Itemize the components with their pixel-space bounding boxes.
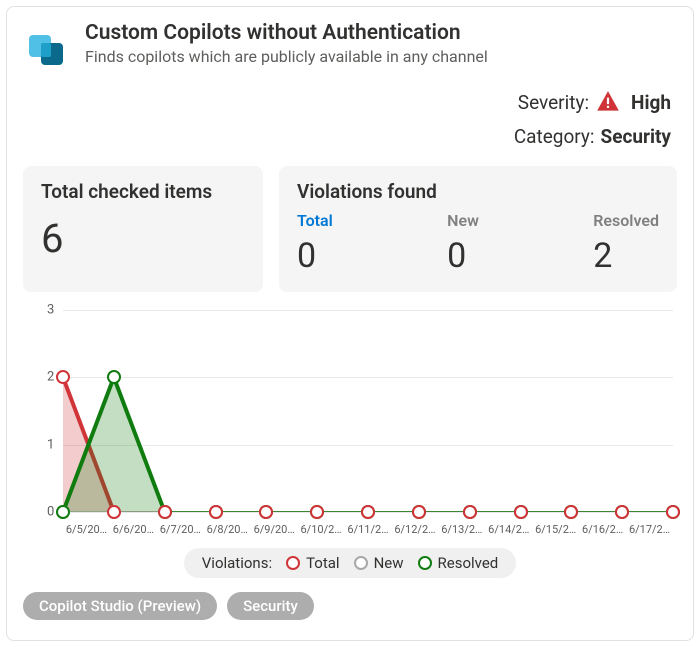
total-checked-box: Total checked items 6 xyxy=(23,166,263,292)
violations-resolved-label: Resolved xyxy=(593,211,659,230)
legend-resolved-label: Resolved xyxy=(438,554,499,572)
header-text: Custom Copilots without Authentication F… xyxy=(85,21,677,66)
legend-title: Violations: xyxy=(202,554,272,572)
legend-marker-new-icon xyxy=(354,556,368,570)
violations-columns: Total 0 New 0 Resolved 2 xyxy=(297,211,659,276)
chart-point-total[interactable] xyxy=(310,505,324,519)
chart-y-tick: 2 xyxy=(47,370,54,385)
legend-marker-total-icon xyxy=(286,556,300,570)
tag-security[interactable]: Security xyxy=(227,592,314,620)
page-title: Custom Copilots without Authentication xyxy=(85,21,677,45)
warning-triangle-icon xyxy=(595,89,621,115)
chart-x-tick: 6/7/20… xyxy=(157,523,204,536)
tags-row: Copilot Studio (Preview) Security xyxy=(23,592,677,620)
chart-point-total[interactable] xyxy=(259,505,273,519)
chart-x-tick: 6/13/2… xyxy=(438,523,485,536)
legend-item-total[interactable]: Total xyxy=(286,554,340,572)
card: Custom Copilots without Authentication F… xyxy=(6,6,694,641)
chart-legend: Violations: Total New Resolved xyxy=(184,548,517,578)
chart-point-resolved[interactable] xyxy=(56,505,70,519)
chart-point-total[interactable] xyxy=(514,505,528,519)
chart-x-tick: 6/12/2… xyxy=(391,523,438,536)
chart-y-tick: 0 xyxy=(47,505,54,520)
severity-row: Severity: High xyxy=(518,89,671,115)
violations-box: Violations found Total 0 New 0 Resolved … xyxy=(279,166,677,292)
legend-total-label: Total xyxy=(306,554,340,572)
chart-x-tick: 6/6/20… xyxy=(110,523,157,536)
chart-x-tick: 6/5/20… xyxy=(63,523,110,536)
chart-svg xyxy=(63,310,673,512)
severity-value: High xyxy=(631,91,671,114)
chart-point-total[interactable] xyxy=(564,505,578,519)
category-label: Category: xyxy=(514,125,595,148)
chart-point-total[interactable] xyxy=(615,505,629,519)
violations-new-label: New xyxy=(447,211,479,230)
chart-x-tick: 6/8/20… xyxy=(204,523,251,536)
total-checked-title: Total checked items xyxy=(41,180,245,203)
chart-y-tick: 3 xyxy=(47,303,54,318)
legend-marker-resolved-icon xyxy=(418,556,432,570)
tag-copilot-studio[interactable]: Copilot Studio (Preview) xyxy=(23,592,217,620)
chart-point-total[interactable] xyxy=(412,505,426,519)
violations-total-value: 0 xyxy=(297,236,333,276)
chart-x-tick: 6/17/2… xyxy=(626,523,673,536)
chart-x-tick: 6/9/20… xyxy=(251,523,298,536)
legend-new-label: New xyxy=(374,554,404,572)
stats-row: Total checked items 6 Violations found T… xyxy=(23,166,677,292)
total-checked-value: 6 xyxy=(41,219,245,259)
category-row: Category: Security xyxy=(514,125,671,148)
chart-point-total[interactable] xyxy=(107,505,121,519)
violations-title: Violations found xyxy=(297,180,659,203)
chart-point-total[interactable] xyxy=(56,370,70,384)
chart-point-total[interactable] xyxy=(361,505,375,519)
violations-resolved-col: Resolved 2 xyxy=(593,211,659,276)
violations-new-col: New 0 xyxy=(447,211,479,276)
chart-x-labels: 6/5/20…6/6/20…6/7/20…6/8/20…6/9/20…6/10/… xyxy=(63,523,673,536)
violations-total-label: Total xyxy=(297,211,333,230)
chart-point-total[interactable] xyxy=(158,505,172,519)
chart-point-total[interactable] xyxy=(463,505,477,519)
violations-new-value: 0 xyxy=(447,236,479,276)
chart-x-tick: 6/16/2… xyxy=(579,523,626,536)
violations-total-col: Total 0 xyxy=(297,211,333,276)
page-subtitle: Finds copilots which are publicly availa… xyxy=(85,47,677,66)
chart-point-resolved[interactable] xyxy=(107,370,121,384)
chart-x-tick: 6/11/2… xyxy=(345,523,392,536)
violations-resolved-value: 2 xyxy=(593,236,659,276)
chart-point-total[interactable] xyxy=(666,505,680,519)
chart-plot xyxy=(63,310,673,512)
chart-x-tick: 6/10/2… xyxy=(298,523,345,536)
chart-point-total[interactable] xyxy=(209,505,223,519)
severity-label: Severity: xyxy=(518,91,589,114)
chart: 6/5/20…6/6/20…6/7/20…6/8/20…6/9/20…6/10/… xyxy=(23,300,677,540)
header: Custom Copilots without Authentication F… xyxy=(23,21,677,73)
legend-item-new[interactable]: New xyxy=(354,554,404,572)
chart-x-tick: 6/14/2… xyxy=(485,523,532,536)
legend-item-resolved[interactable]: Resolved xyxy=(418,554,499,572)
copilot-logo-icon xyxy=(23,25,71,73)
chart-y-tick: 1 xyxy=(47,437,54,452)
meta-block: Severity: High Category: Security xyxy=(23,89,677,148)
chart-x-tick: 6/15/2… xyxy=(532,523,579,536)
category-value: Security xyxy=(601,125,671,148)
